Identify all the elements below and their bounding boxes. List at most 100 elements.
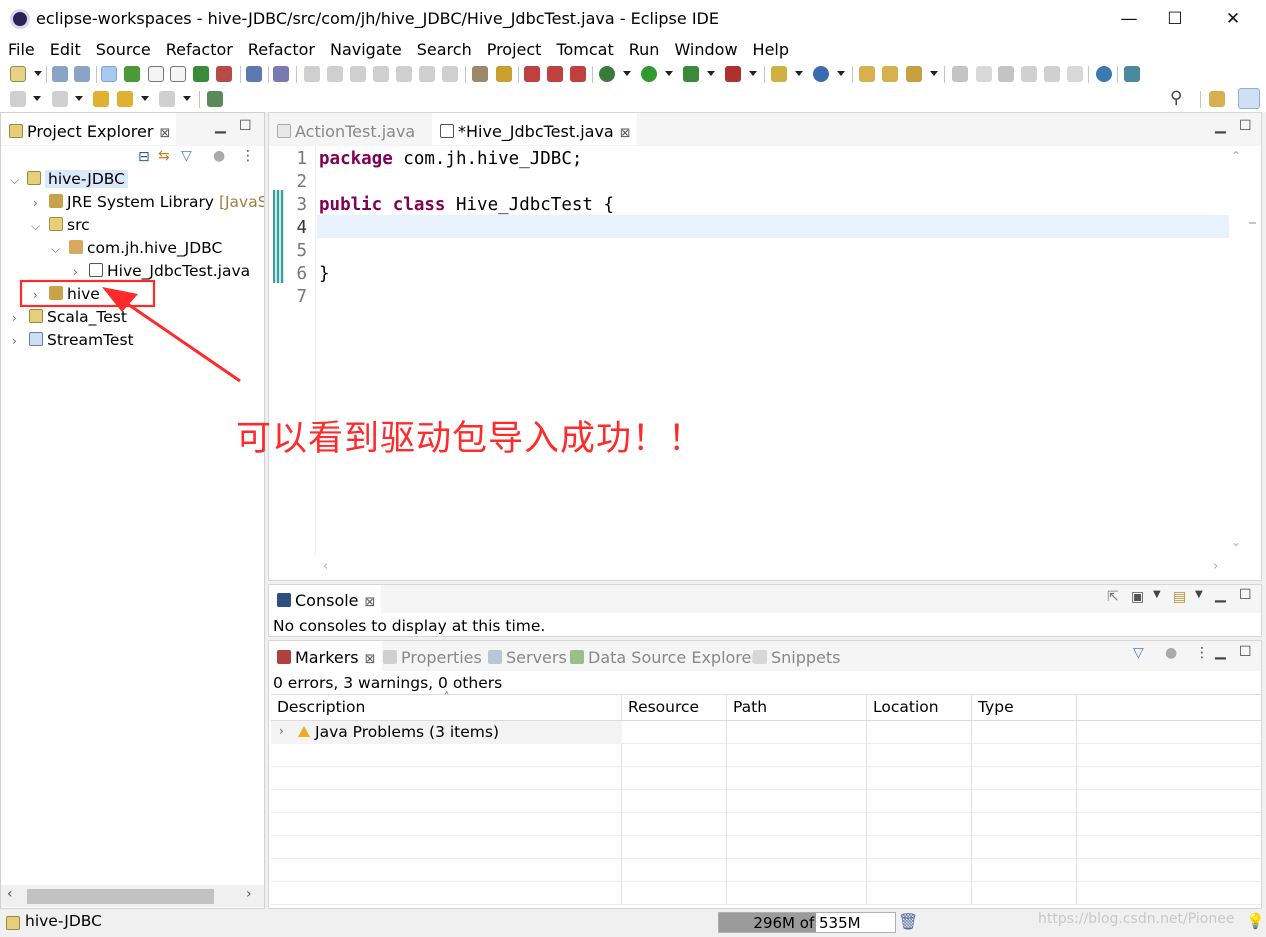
tab-data-source-explorer[interactable]: Data Source Explorer [562, 641, 764, 671]
tab-action-test[interactable]: ActionTest.java [269, 113, 421, 145]
scroll-up-icon[interactable]: ⌃ [1231, 149, 1241, 163]
tab-project-explorer[interactable]: Project Explorer ⊠ [1, 113, 177, 145]
scroll-right-icon[interactable]: › [246, 886, 252, 902]
garbage-collect-icon[interactable]: 🗑 [898, 912, 918, 931]
menu-file[interactable]: File [0, 38, 42, 62]
menu-window[interactable]: Window [666, 38, 744, 62]
new-java-project-dropdown-icon[interactable] [795, 71, 803, 76]
view-menu-icon[interactable]: ⋮ [1195, 645, 1209, 661]
menu-project[interactable]: Project [479, 38, 549, 62]
save-all-icon[interactable] [74, 66, 90, 82]
tree-item-src[interactable]: src [49, 214, 90, 236]
menu-search[interactable]: Search [409, 38, 479, 62]
javadoc-icon[interactable] [148, 66, 164, 82]
search-tools-icon[interactable] [906, 66, 922, 82]
skip-breakpoints-icon[interactable] [273, 66, 289, 82]
open-task-icon[interactable] [882, 66, 898, 82]
menu-help[interactable]: Help [745, 38, 796, 62]
tab-properties[interactable]: Properties [375, 641, 488, 671]
focus-icon[interactable]: ● [213, 148, 225, 164]
maximize-button[interactable]: ☐ [1152, 4, 1198, 34]
column-resource[interactable]: Resource [622, 694, 727, 720]
back-icon[interactable] [117, 91, 133, 107]
tree-item-scala-test[interactable]: Scala_Test [29, 306, 127, 328]
tab-console[interactable]: Console ⊠ [269, 585, 382, 613]
tab-snippets[interactable]: Snippets [745, 641, 847, 671]
code-line[interactable]: 4 [269, 217, 1229, 240]
show-whitespace-icon[interactable] [170, 66, 186, 82]
maximize-view-icon[interactable]: ☐ [1239, 118, 1252, 134]
maximize-view-icon[interactable]: ☐ [1239, 644, 1252, 660]
menu-source[interactable]: Source [88, 38, 158, 62]
collapse-all-icon[interactable]: ⊟ [138, 149, 150, 165]
column-path[interactable]: Path [727, 694, 867, 720]
code-line[interactable]: 1 package com.jh.hive_JDBC; [269, 148, 1229, 171]
link-with-editor-icon[interactable]: ⇆ [158, 148, 170, 164]
display-console-dropdown-icon[interactable]: ▼ [1153, 589, 1161, 600]
new-java-project-icon[interactable] [771, 66, 787, 82]
minimize-view-icon[interactable]: ▁ [1215, 644, 1226, 660]
scroll-down-icon[interactable]: ⌄ [1231, 535, 1241, 549]
lightbulb-icon[interactable]: 💡 [1246, 912, 1265, 930]
debug-icon[interactable] [599, 66, 615, 82]
close-icon[interactable]: ⊠ [620, 126, 631, 141]
tree-item-jre-library[interactable]: JRE System Library [JavaSE- [49, 191, 264, 213]
new-class-dropdown-icon[interactable] [837, 71, 845, 76]
search-icon[interactable]: ⚲ [1170, 88, 1182, 108]
browser-icon[interactable] [1096, 66, 1112, 82]
menu-edit[interactable]: Edit [42, 38, 88, 62]
chevron-right-icon[interactable]: › [12, 334, 17, 348]
debug-server-icon[interactable] [193, 66, 209, 82]
close-icon[interactable]: ⊠ [365, 652, 376, 667]
tree-item-java-file[interactable]: Hive_JdbcTest.java [89, 260, 250, 282]
java-ee-perspective-icon[interactable] [1238, 88, 1260, 109]
tomcat-restart-icon[interactable] [570, 66, 586, 82]
run-dropdown-icon[interactable] [665, 71, 673, 76]
filter-icon[interactable]: ▽ [1133, 645, 1144, 661]
chevron-down-icon[interactable]: ⌵ [10, 173, 19, 188]
tree-item-hive[interactable]: hive [49, 283, 100, 305]
tomcat-stop-icon[interactable] [547, 66, 563, 82]
table-row[interactable]: › Java Problems (3 items) [271, 721, 1261, 744]
code-line[interactable]: 7 [269, 286, 1229, 309]
open-console-icon[interactable]: ▤ [1173, 589, 1186, 605]
menu-refactor[interactable]: Refactor [158, 38, 240, 62]
chevron-down-icon[interactable]: ⌵ [51, 242, 60, 257]
open-type-icon[interactable] [859, 66, 875, 82]
open-perspective-button-icon[interactable] [1209, 91, 1225, 107]
display-console-icon[interactable]: ▣ [1131, 589, 1144, 605]
new-icon[interactable] [10, 66, 26, 82]
chevron-right-icon[interactable]: › [33, 196, 38, 210]
new-class-icon[interactable] [813, 66, 829, 82]
code-line[interactable]: 5 [269, 240, 1229, 263]
tree-item-hive-jdbc[interactable]: hive-JDBC [27, 168, 128, 190]
code-line[interactable]: 3 public class Hive_JdbcTest { [269, 194, 1229, 217]
menu-navigate[interactable]: Navigate [322, 38, 409, 62]
pin-console-icon[interactable]: ⇱ [1107, 589, 1119, 605]
tab-markers[interactable]: Markers ⊠ [269, 641, 382, 671]
open-perspective-icon[interactable] [207, 91, 223, 107]
column-description[interactable]: Description [271, 694, 622, 720]
link-with-editor-icon[interactable] [101, 66, 117, 82]
focus-icon[interactable]: ● [1165, 645, 1177, 661]
drop-to-frame-icon[interactable] [472, 66, 488, 82]
debug-dropdown-icon[interactable] [623, 71, 631, 76]
minimize-view-icon[interactable]: ▁ [1215, 118, 1226, 134]
scroll-right-icon[interactable]: › [1213, 559, 1218, 574]
tree-item-streamtest[interactable]: StreamTest [29, 329, 134, 351]
tab-servers[interactable]: Servers [480, 641, 573, 671]
scroll-left-icon[interactable]: ‹ [7, 886, 13, 902]
new-dropdown-icon[interactable] [34, 71, 42, 76]
coverage-dropdown-icon[interactable] [707, 71, 715, 76]
search-tools-dropdown-icon[interactable] [930, 71, 938, 76]
chevron-right-icon[interactable]: › [73, 265, 78, 279]
chevron-right-icon[interactable]: › [33, 288, 38, 302]
terminal-icon[interactable] [246, 66, 262, 82]
heap-status[interactable]: 296M of 535M [718, 912, 896, 933]
toggle-breadcrumb-icon[interactable] [124, 66, 140, 82]
close-button[interactable]: ✕ [1210, 4, 1256, 34]
code-editor[interactable]: 1 package com.jh.hive_JDBC; 2 3 public class… [269, 146, 1249, 558]
scrollbar-thumb[interactable] [27, 889, 214, 904]
maximize-view-icon[interactable]: ☐ [239, 118, 252, 134]
menu-tomcat[interactable]: Tomcat [548, 38, 620, 62]
